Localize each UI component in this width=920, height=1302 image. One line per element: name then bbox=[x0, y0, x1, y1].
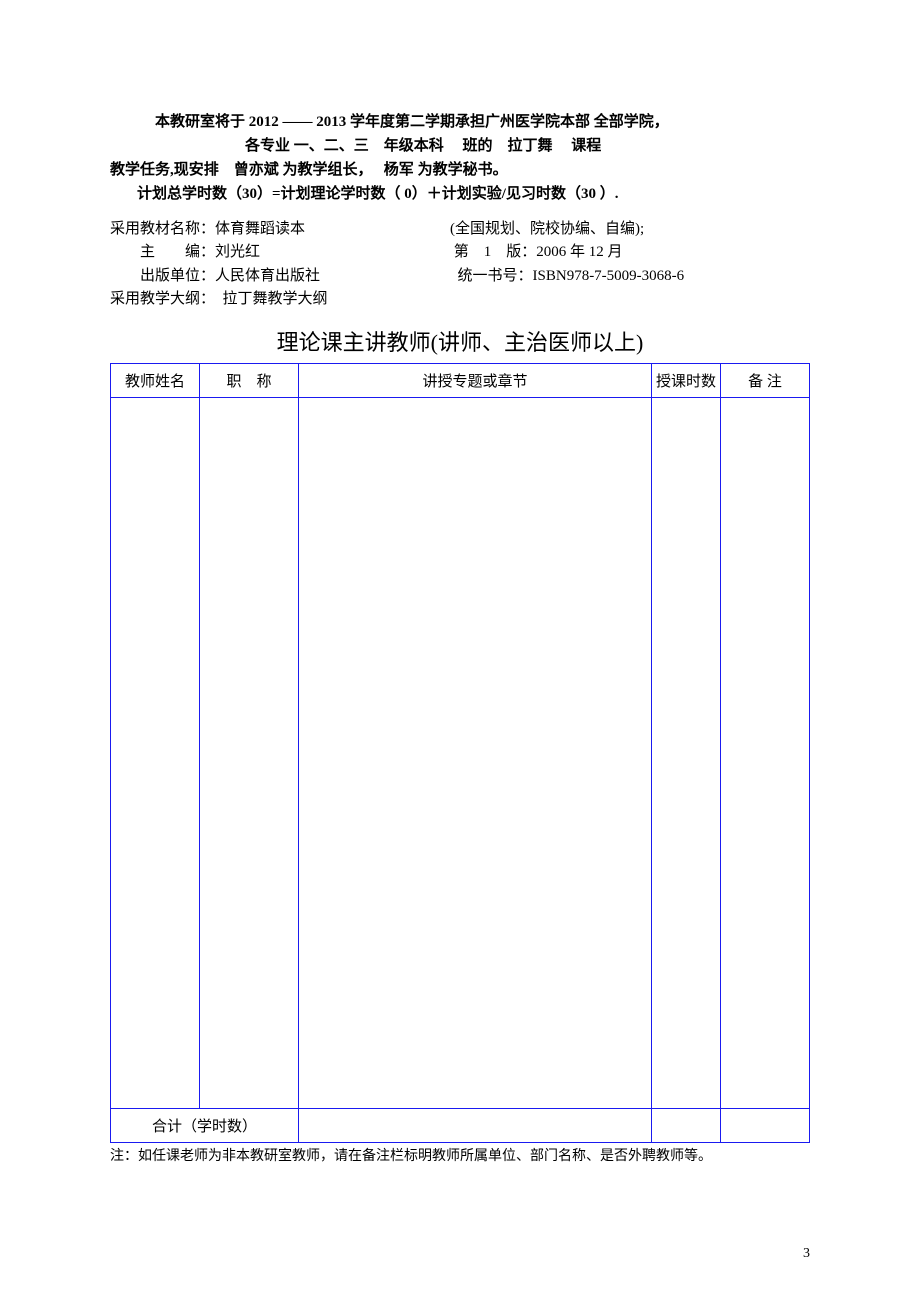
editor-name: 刘光红 bbox=[215, 244, 260, 260]
page-container: 本教研室将于 2012 —— 2013 学年度第二学期承担广州医学院本部 全部学… bbox=[0, 0, 920, 1302]
header-line-2: 各专业 一、二、三 年级本科 班的 拉丁舞 课程 bbox=[110, 134, 810, 158]
footnote: 注：如任课老师为非本教研室教师，请在备注栏标明教师所属单位、部门名称、是否外聘教… bbox=[110, 1147, 810, 1167]
edition-date: 2006 年 12 月 bbox=[536, 244, 622, 260]
cell-hours bbox=[652, 398, 721, 1109]
h1-mid: 学年度第二学期承担广州医学院本部 全部学院， bbox=[346, 114, 669, 130]
total-hours bbox=[652, 1109, 721, 1143]
syllabus-label: 采用教学大纲： bbox=[110, 291, 223, 307]
total-label: 合计（学时数） bbox=[111, 1109, 299, 1143]
total-remark bbox=[721, 1109, 810, 1143]
info-row-publisher: 出版单位：人民体育出版社 统一书号：ISBN978-7-5009-3068-6 bbox=[110, 265, 810, 288]
h1-pre: 本教研室将于 bbox=[155, 114, 249, 130]
textbook-source: (全国规划、院校协编、自编); bbox=[450, 218, 810, 241]
cell-remark bbox=[721, 398, 810, 1109]
info-row-textbook: 采用教材名称：体育舞蹈读本 (全国规划、院校协编、自编); bbox=[110, 218, 810, 241]
info-row-syllabus: 采用教学大纲： 拉丁舞教学大纲 bbox=[110, 288, 810, 311]
header-line-1: 本教研室将于 2012 —— 2013 学年度第二学期承担广州医学院本部 全部学… bbox=[110, 110, 810, 134]
publisher-name: 人民体育出版社 bbox=[215, 268, 320, 284]
table-header-row: 教师姓名 职 称 讲授专题或章节 授课时数 备 注 bbox=[111, 364, 810, 398]
publisher-label: 出版单位： bbox=[140, 268, 215, 284]
total-topic bbox=[299, 1109, 652, 1143]
textbook-label: 采用教材名称： bbox=[110, 221, 215, 237]
header-line-4: 计划总学时数（30）=计划理论学时数（ 0）＋计划实验/见习时数（30 ）. bbox=[110, 182, 810, 206]
teacher-table: 教师姓名 职 称 讲授专题或章节 授课时数 备 注 合计（学时数） bbox=[110, 363, 810, 1143]
info-block: 采用教材名称：体育舞蹈读本 (全国规划、院校协编、自编); 主 编：刘光红 第 … bbox=[110, 218, 810, 311]
dash: —— bbox=[279, 114, 317, 130]
header-block: 本教研室将于 2012 —— 2013 学年度第二学期承担广州医学院本部 全部学… bbox=[110, 110, 810, 206]
th-remark: 备 注 bbox=[721, 364, 810, 398]
table-title: 理论课主讲教师(讲师、主治医师以上) bbox=[110, 325, 810, 357]
table-body-row bbox=[111, 398, 810, 1109]
th-name: 教师姓名 bbox=[111, 364, 200, 398]
cell-name bbox=[111, 398, 200, 1109]
cell-topic bbox=[299, 398, 652, 1109]
year-end: 2013 bbox=[316, 114, 346, 130]
th-topic: 讲授专题或章节 bbox=[299, 364, 652, 398]
editor-label: 主 编： bbox=[140, 244, 215, 260]
year-start: 2012 bbox=[249, 114, 279, 130]
isbn-label: 统一书号： bbox=[458, 268, 533, 284]
textbook-name: 体育舞蹈读本 bbox=[215, 221, 305, 237]
teach-secretary: 杨军 bbox=[384, 162, 414, 178]
h3-pre: 教学任务,现安排 bbox=[110, 162, 234, 178]
page-number: 3 bbox=[803, 1246, 810, 1262]
table-total-row: 合计（学时数） bbox=[111, 1109, 810, 1143]
info-row-editor: 主 编：刘光红 第 1 版：2006 年 12 月 bbox=[110, 241, 810, 264]
teach-leader: 曾亦斌 bbox=[234, 162, 279, 178]
h3-mid: 为教学组长， bbox=[279, 162, 384, 178]
h3-post: 为教学秘书。 bbox=[414, 162, 508, 178]
header-line-3: 教学任务,现安排 曾亦斌 为教学组长， 杨军 为教学秘书。 bbox=[110, 158, 810, 182]
syllabus-name: 拉丁舞教学大纲 bbox=[223, 291, 328, 307]
cell-title bbox=[200, 398, 299, 1109]
edition-label: 第 1 版： bbox=[454, 244, 537, 260]
th-hours: 授课时数 bbox=[652, 364, 721, 398]
isbn-value: ISBN978-7-5009-3068-6 bbox=[533, 268, 685, 284]
th-title: 职 称 bbox=[200, 364, 299, 398]
